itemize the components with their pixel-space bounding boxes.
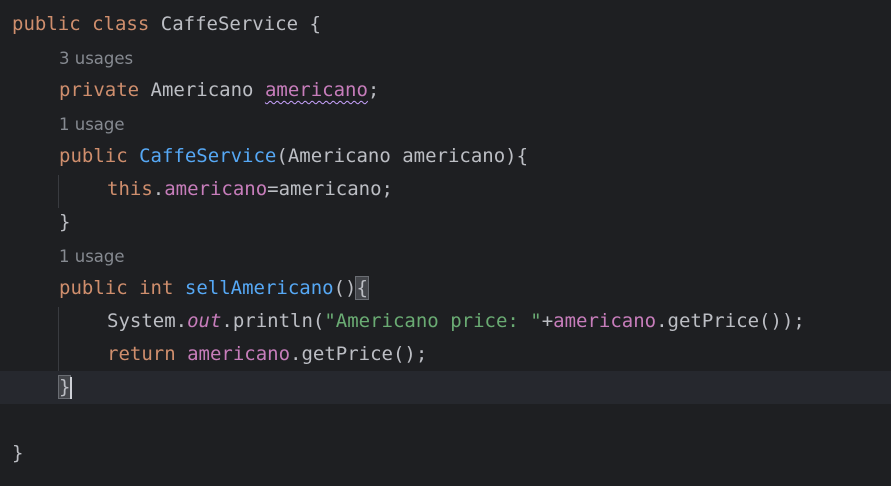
constructor-name: CaffeService <box>139 145 277 167</box>
code-line-return[interactable]: return americano.getPrice(); <box>0 338 891 371</box>
println-call: .println( <box>221 310 325 332</box>
code-line-println[interactable]: System.out.println("Americano price: "+a… <box>0 305 891 338</box>
field-reference: americano <box>164 178 268 200</box>
matched-close-brace: } <box>57 375 72 399</box>
keyword-public: public <box>59 277 128 299</box>
dot: . <box>152 178 165 200</box>
text-cursor <box>70 377 72 399</box>
system-class: System. <box>107 310 188 332</box>
open-brace: { <box>309 13 321 35</box>
plus-operator: + <box>541 310 554 332</box>
code-line-class-close[interactable]: } <box>0 437 891 470</box>
keyword-private: private <box>59 79 140 101</box>
code-line-constructor-close[interactable]: } <box>0 206 891 239</box>
field-name-warning[interactable]: americano <box>265 79 368 101</box>
field-reference: americano <box>187 343 291 365</box>
keyword-public: public <box>12 13 81 35</box>
usages-hint-field[interactable]: 3 usages <box>0 42 891 75</box>
static-field-out: out <box>187 310 222 332</box>
assignment: =americano; <box>267 178 394 200</box>
matched-open-brace: { <box>355 276 369 300</box>
code-line-method-decl[interactable]: public int sellAmericano(){ <box>0 272 891 305</box>
keyword-class: class <box>92 13 150 35</box>
method-parens: () <box>333 277 357 299</box>
usages-hint-constructor[interactable]: 1 usage <box>0 108 891 141</box>
close-brace: } <box>59 211 71 233</box>
type-name: Americano <box>150 79 254 101</box>
method-name: sellAmericano <box>184 277 334 299</box>
field-reference: americano <box>553 310 657 332</box>
semicolon: ; <box>367 79 380 101</box>
keyword-int: int <box>139 277 174 299</box>
keyword-public: public <box>59 145 128 167</box>
code-line-method-close[interactable]: } <box>0 371 891 404</box>
class-name: CaffeService <box>160 13 299 35</box>
code-line-class-decl[interactable]: public class CaffeService { <box>0 8 891 41</box>
getprice-call: .getPrice(); <box>290 343 428 365</box>
getprice-call: .getPrice()); <box>656 310 805 332</box>
constructor-params: (Americano americano){ <box>276 145 529 167</box>
code-line-field-decl[interactable]: private Americano americano; <box>0 74 891 107</box>
usages-hint-method[interactable]: 1 usage <box>0 240 891 273</box>
code-line-constructor-decl[interactable]: public CaffeService(Americano americano)… <box>0 140 891 173</box>
keyword-this: this <box>107 178 153 200</box>
code-line-constructor-body[interactable]: this.americano=americano; <box>0 173 891 206</box>
keyword-return: return <box>107 343 176 365</box>
code-editor[interactable]: public class CaffeService { 3 usages pri… <box>0 0 891 486</box>
string-literal: "Americano price: " <box>324 310 542 332</box>
close-brace: } <box>12 442 24 464</box>
